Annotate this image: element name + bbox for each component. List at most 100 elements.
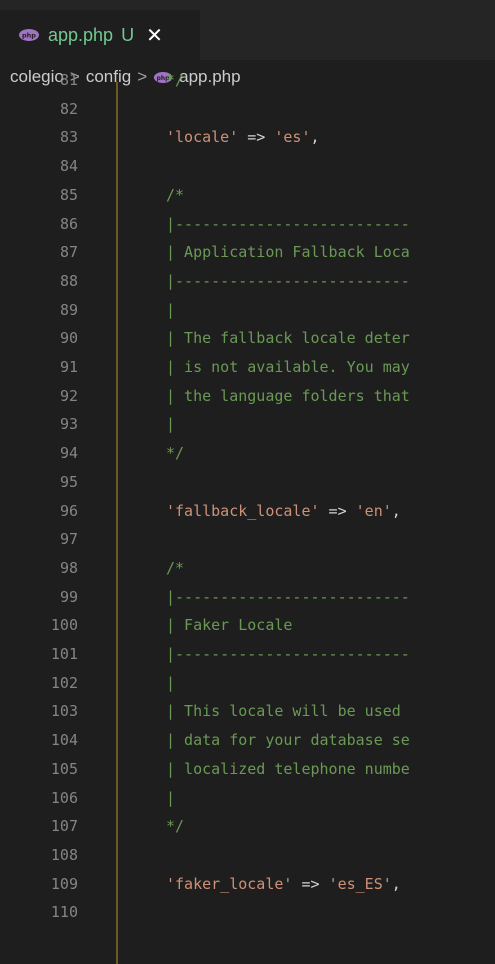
code-line[interactable]: 81 */ [0, 72, 495, 94]
line-number: 91 [59, 358, 78, 376]
code-line[interactable]: 82 [0, 95, 495, 123]
code-text: | The fallback locale deter [166, 329, 410, 348]
line-number: 107 [50, 817, 78, 836]
code-line[interactable]: 97 [0, 525, 495, 553]
line-number: 99 [59, 587, 78, 606]
line-number: 94 [59, 444, 78, 463]
line-number: 81 [59, 72, 78, 89]
tab-app-php[interactable]: php app.php U ✕ [0, 10, 200, 60]
code-line[interactable]: 105 | localized telephone numbe [0, 755, 495, 783]
config-key: 'locale' [166, 128, 239, 147]
code-line[interactable]: 104 | data for your database se [0, 726, 495, 754]
code-text: */ [166, 817, 185, 836]
line-number: 101 [50, 645, 78, 663]
code-text: /* [166, 558, 185, 577]
line-number: 88 [59, 271, 78, 290]
line-number: 92 [59, 386, 78, 405]
arrow-operator: => [238, 128, 275, 147]
code-text: |-------------------------- [166, 645, 410, 663]
code-line[interactable]: 89 | [0, 296, 495, 324]
code-line[interactable]: 101 |-------------------------- [0, 640, 495, 668]
code-text: | Faker Locale [166, 616, 293, 635]
line-number: 84 [59, 157, 78, 176]
git-status-badge: U [121, 24, 135, 45]
line-number: 108 [50, 845, 78, 864]
line-number: 93 [59, 415, 78, 434]
line-number: 87 [59, 243, 78, 262]
code-text: /* [166, 185, 185, 204]
code-line[interactable]: 96 'fallback_locale' => 'en', [0, 497, 495, 525]
code-editor[interactable]: 81 */ 82 83 'locale' => 'es', 84 85 /* 86 |------… [0, 72, 495, 964]
code-line[interactable]: 88 |-------------------------- [0, 267, 495, 295]
code-text: 'locale' => 'es', [166, 123, 320, 151]
code-line[interactable]: 90 | The fallback locale deter [0, 324, 495, 352]
code-line[interactable]: 92 | the language folders that [0, 382, 495, 410]
line-number: 95 [59, 472, 78, 491]
line-number: 109 [50, 874, 78, 893]
code-text: */ [166, 444, 185, 463]
code-text: | data for your database se [166, 731, 410, 750]
svg-text:php: php [22, 32, 36, 40]
config-value: 'es_ES' [328, 874, 392, 893]
line-number: 100 [50, 616, 78, 635]
code-line[interactable]: 102 | [0, 669, 495, 697]
php-icon: php [19, 29, 39, 41]
code-line[interactable]: 100 | Faker Locale [0, 611, 495, 639]
code-line[interactable]: 91 | is not available. You may [0, 353, 495, 381]
code-text: |-------------------------- [166, 271, 410, 290]
line-number: 98 [59, 558, 78, 577]
indent-guide [116, 82, 118, 964]
code-line[interactable]: 109 'faker_locale' => 'es_ES', [0, 870, 495, 898]
code-text: | Application Fallback Loca [166, 243, 410, 262]
line-number: 83 [59, 128, 78, 147]
line-number: 89 [59, 300, 78, 319]
code-text: */ [166, 72, 185, 89]
code-text: 'faker_locale' => 'es_ES', [166, 870, 401, 898]
tab-bar: php app.php U ✕ [0, 0, 495, 60]
comma: , [310, 128, 320, 147]
line-number: 97 [59, 530, 78, 549]
code-text: | [166, 673, 176, 692]
comma: , [391, 501, 401, 520]
code-line[interactable]: 108 [0, 841, 495, 869]
code-text: |-------------------------- [166, 214, 410, 233]
code-line[interactable]: 110 [0, 898, 495, 926]
code-text: 'fallback_locale' => 'en', [166, 497, 401, 525]
code-text: | [166, 300, 176, 319]
line-number: 102 [50, 673, 78, 692]
code-line[interactable]: 93 | [0, 410, 495, 438]
code-line[interactable]: 107 */ [0, 812, 495, 840]
line-number: 90 [59, 329, 78, 348]
config-value: 'es' [274, 128, 311, 147]
code-text: | localized telephone numbe [166, 759, 410, 778]
line-number: 106 [50, 788, 78, 807]
line-number: 110 [50, 903, 78, 922]
code-line[interactable]: 94 */ [0, 439, 495, 467]
code-text: | [166, 788, 176, 807]
code-text: | [166, 415, 176, 434]
code-text: | This locale will be used [166, 702, 401, 721]
code-text: | is not available. You may [166, 358, 410, 376]
close-icon[interactable]: ✕ [146, 25, 163, 45]
code-line[interactable]: 99 |-------------------------- [0, 583, 495, 611]
code-text: |-------------------------- [166, 587, 410, 606]
code-line[interactable]: 103 | This locale will be used [0, 697, 495, 725]
line-number: 105 [50, 759, 78, 778]
config-key: 'fallback_locale' [166, 501, 320, 520]
line-number: 104 [50, 731, 78, 750]
code-line[interactable]: 86 |-------------------------- [0, 210, 495, 238]
code-line[interactable]: 84 [0, 152, 495, 180]
code-line[interactable]: 106 | [0, 784, 495, 812]
config-value: 'en' [355, 501, 392, 520]
code-line[interactable]: 85 /* [0, 181, 495, 209]
code-line[interactable]: 83 'locale' => 'es', [0, 123, 495, 151]
line-number: 103 [50, 702, 78, 721]
comma: , [391, 874, 401, 893]
code-line[interactable]: 98 /* [0, 554, 495, 582]
tab-filename: app.php [48, 24, 114, 45]
code-text: | the language folders that [166, 386, 410, 405]
code-line[interactable]: 95 [0, 468, 495, 496]
config-key: 'faker_locale' [166, 874, 293, 893]
arrow-operator: => [319, 501, 356, 520]
code-line[interactable]: 87 | Application Fallback Loca [0, 238, 495, 266]
